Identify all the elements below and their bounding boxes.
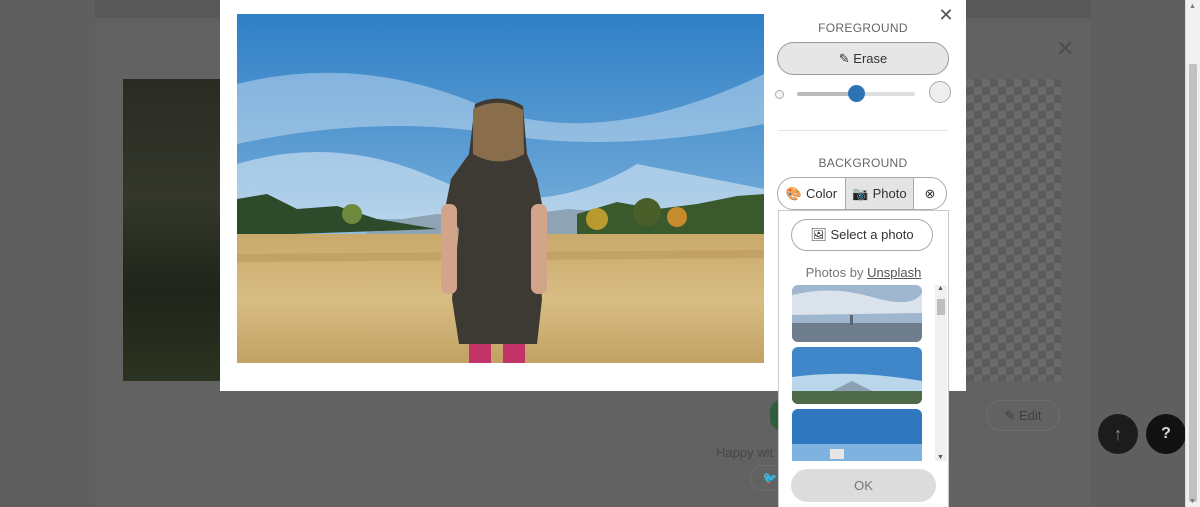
photo-list-scrollbar-thumb[interactable] xyxy=(937,299,945,315)
background-edit-button: ✎ Edit xyxy=(986,400,1060,431)
erase-button[interactable]: ✎ Erase xyxy=(777,42,949,75)
brush-size-small-icon xyxy=(775,90,784,99)
background-happy-text: Happy wit xyxy=(716,445,774,460)
camera-icon: 📷 xyxy=(852,185,869,201)
brush-size-large-icon xyxy=(929,81,951,103)
photo-list-scrollbar[interactable]: ▲ ▼ xyxy=(935,285,947,461)
photo-credit-prefix: Photos by xyxy=(805,265,864,280)
background-transparent-preview xyxy=(966,79,1063,381)
background-color-tab[interactable]: 🎨 Color xyxy=(778,178,846,209)
background-section-title: BACKGROUND xyxy=(818,156,908,170)
scroll-down-arrow-icon[interactable]: ▼ xyxy=(937,454,944,461)
twitter-icon: 🐦 xyxy=(762,471,778,485)
brush-size-slider-handle[interactable] xyxy=(847,85,865,102)
photo-thumbnail-mountain[interactable] xyxy=(792,347,922,404)
erase-button-label: Erase xyxy=(853,51,888,66)
photo-credit: Photos by Unsplash xyxy=(779,265,948,280)
select-photo-label: Select a photo xyxy=(830,227,914,242)
background-close-icon: ✕ xyxy=(1056,36,1075,61)
page-scrollbar-thumb[interactable] xyxy=(1189,64,1197,502)
background-type-selector: 🎨 Color 📷 Photo ⊗ xyxy=(777,177,947,210)
scroll-to-top-button[interactable]: ↑ xyxy=(1098,414,1138,454)
ok-button[interactable]: OK xyxy=(791,469,936,502)
section-divider xyxy=(778,130,948,131)
close-circle-icon: ⊗ xyxy=(924,185,936,201)
background-photo-tab[interactable]: 📷 Photo xyxy=(846,178,914,209)
photo-picker-panel: 🖼 Select a photo Photos by Unsplash ▲ ▼ … xyxy=(778,210,949,507)
help-button[interactable]: ? xyxy=(1146,414,1186,454)
unsplash-link[interactable]: Unsplash xyxy=(867,265,921,280)
edited-photo-preview xyxy=(237,14,764,363)
photo-thumbnail-list[interactable] xyxy=(792,285,922,461)
eraser-icon: ✎ xyxy=(838,51,850,66)
photo-thumbnail-city[interactable] xyxy=(792,285,922,342)
background-color-tab-label: Color xyxy=(806,186,838,201)
background-original-image xyxy=(123,79,223,381)
background-photo-tab-label: Photo xyxy=(872,186,907,201)
photo-thumbnail-coast[interactable] xyxy=(792,409,922,461)
page-scrollbar[interactable]: ▲ ▼ xyxy=(1185,0,1200,507)
background-remove-tab[interactable]: ⊗ xyxy=(914,178,946,209)
scroll-up-arrow-icon[interactable]: ▲ xyxy=(1189,3,1196,10)
palette-icon: 🎨 xyxy=(785,185,803,201)
file-image-icon: 🖼 xyxy=(810,227,827,242)
select-photo-button[interactable]: 🖼 Select a photo xyxy=(791,219,933,251)
foreground-section-title: FOREGROUND xyxy=(818,21,908,35)
scroll-down-arrow-icon[interactable]: ▼ xyxy=(1189,498,1196,505)
scroll-up-arrow-icon[interactable]: ▲ xyxy=(937,285,944,292)
